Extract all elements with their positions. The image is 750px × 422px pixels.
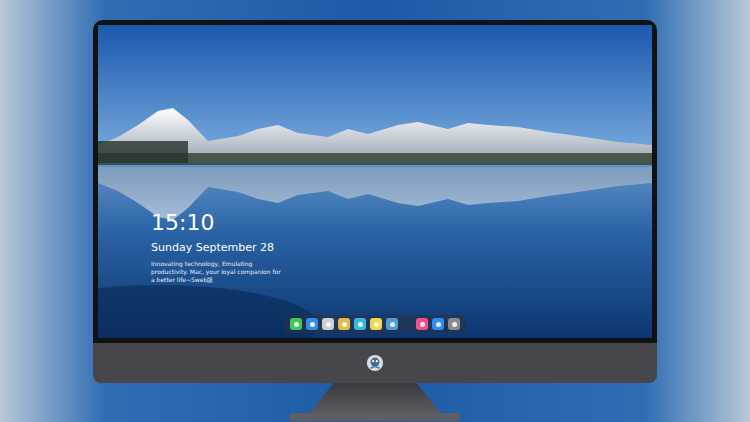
app-icon[interactable]: [354, 318, 366, 330]
app-icon[interactable]: [386, 318, 398, 330]
clock: 15:10 Sunday September 28 Innovating techn…: [98, 211, 652, 284]
monitor: 15:10 Sunday September 28 Innovating techn…: [93, 20, 657, 383]
app-icon[interactable]: [306, 318, 318, 330]
monitor-bezel: 15:10 Sunday September 28 Innovating techn…: [93, 20, 657, 343]
dock: [284, 315, 466, 333]
date: Sunday September 28: [151, 241, 652, 254]
monitor-chin: [93, 343, 657, 383]
app-icon[interactable]: [448, 318, 460, 330]
brand-logo-icon: [366, 354, 384, 372]
desktop-background: 15:10 Sunday September 28 Innovating techn…: [0, 0, 750, 422]
app-icon[interactable]: [338, 318, 350, 330]
time: 15:10: [151, 211, 652, 235]
monitor-base: [290, 413, 460, 421]
monitor-stand: [310, 383, 440, 413]
tagline: Innovating technology, Emulating product…: [151, 260, 281, 283]
app-icon[interactable]: [370, 318, 382, 330]
app-icon[interactable]: [432, 318, 444, 330]
lock-content: 15:10 Sunday September 28 Innovating techn…: [98, 25, 652, 338]
wallpaper: [98, 25, 652, 338]
app-icon[interactable]: [290, 318, 302, 330]
app-icon[interactable]: [416, 318, 428, 330]
app-icon[interactable]: [322, 318, 334, 330]
lock-screen[interactable]: 15:10 Sunday September 28 Innovating techn…: [98, 25, 652, 338]
